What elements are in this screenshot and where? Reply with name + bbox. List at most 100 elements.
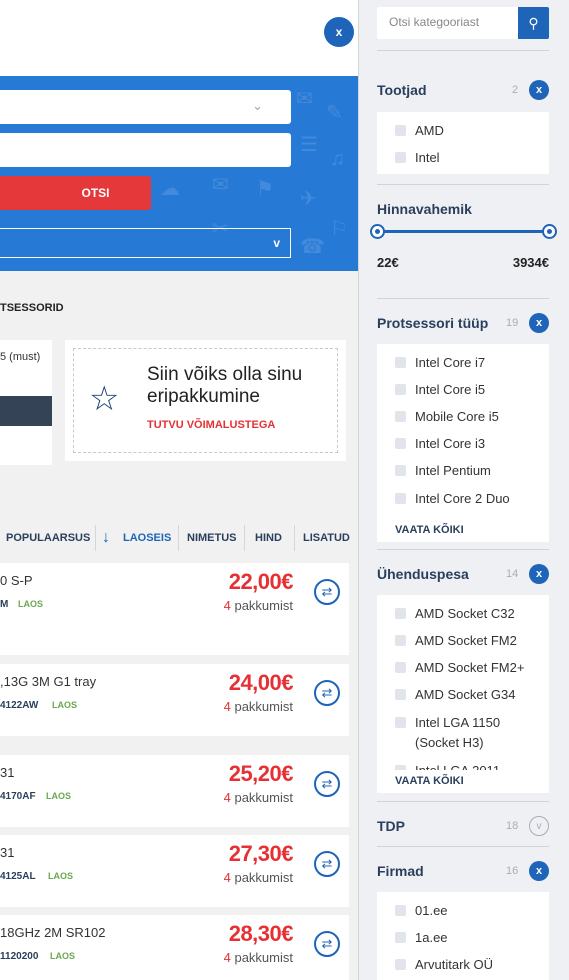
socket-options-scroll[interactable]: AMD Socket C32 AMD Socket FM2 AMD Socket…	[377, 595, 549, 770]
partial-card-button[interactable]	[0, 396, 52, 426]
filter-options-cpu-type: Intel Core i7 Intel Core i5 Mobile Core …	[377, 344, 549, 542]
checkbox[interactable]	[395, 411, 406, 422]
checkbox[interactable]	[395, 717, 406, 728]
checkbox[interactable]	[395, 932, 406, 943]
option-label: AMD Socket FM2+	[415, 660, 525, 675]
sort-popularity[interactable]: POPULAARSUS	[6, 523, 90, 553]
product-row[interactable]: 31 4170AF LAOS 25,20€ 4 pakkumist ⇄	[0, 755, 349, 827]
product-name[interactable]: ,13G 3M G1 tray	[0, 674, 96, 689]
filter-option[interactable]: Arvutitark OÜ	[395, 955, 493, 975]
sort-price[interactable]: HIND	[255, 523, 282, 553]
checkbox[interactable]	[395, 125, 406, 136]
filter-title-companies: Firmad	[377, 863, 424, 879]
checkbox[interactable]	[395, 662, 406, 673]
price-slider-min-handle[interactable]	[370, 224, 385, 239]
option-label: Intel Core i5	[415, 382, 486, 397]
offers-text: pakkumist	[234, 699, 293, 714]
filter-option[interactable]: Intel LGA 2011	[395, 761, 500, 770]
checkbox[interactable]	[395, 438, 406, 449]
filter-option[interactable]: 1a.ee	[395, 928, 448, 948]
filter-title-manufacturers: Tootjad	[377, 82, 427, 98]
compare-icon[interactable]: ⇄	[314, 931, 340, 957]
category-search-input[interactable]: Otsi kategooriast	[377, 7, 518, 39]
price-slider-max-handle[interactable]	[542, 224, 557, 239]
product-name[interactable]: 0 S-P	[0, 573, 33, 588]
filter-option[interactable]: AMD Socket FM2+	[395, 658, 524, 678]
filter-option[interactable]: AMD Socket FM2	[395, 631, 517, 651]
option-label: Intel LGA 2011	[415, 761, 500, 770]
pattern-icon: ☁	[160, 178, 180, 200]
compare-icon[interactable]: ⇄	[314, 771, 340, 797]
sort-name[interactable]: NIMETUS	[187, 523, 237, 553]
product-row[interactable]: ,13G 3M G1 tray 4122AW LAOS 24,00€ 4 pak…	[0, 664, 349, 736]
product-row[interactable]: 0 S-P M LAOS 22,00€ 4 pakkumist ⇄	[0, 563, 349, 655]
option-label: Intel Core i3	[415, 436, 486, 451]
checkbox[interactable]	[395, 357, 406, 368]
divider	[244, 525, 245, 551]
checkbox[interactable]	[395, 689, 406, 700]
text-field[interactable]	[0, 133, 291, 167]
checkbox[interactable]	[395, 465, 406, 476]
filter-option[interactable]: 01.ee	[395, 901, 448, 921]
filter-option[interactable]: Intel Core i7	[395, 353, 485, 373]
filter-option[interactable]: AMD	[395, 121, 444, 141]
expand-filter-icon[interactable]: v	[529, 816, 549, 836]
option-label: Arvutitark OÜ	[415, 957, 494, 972]
top-bar	[0, 0, 358, 76]
search-icon[interactable]: ⚲	[518, 7, 549, 39]
checkbox[interactable]	[395, 608, 406, 619]
filter-option[interactable]: Intel Core i5	[395, 380, 485, 400]
product-price: 24,00€	[228, 670, 294, 695]
checkbox[interactable]	[395, 635, 406, 646]
offers-number: 4	[223, 950, 231, 965]
filter-count: 2	[512, 84, 519, 96]
checkbox[interactable]	[395, 905, 406, 916]
sort-stock[interactable]: LAOSEIS	[123, 523, 171, 553]
offers-count: 4 pakkumist	[224, 790, 293, 805]
show-all-link[interactable]: VAATA KÕIKI	[395, 524, 464, 536]
filter-option[interactable]: Intel LGA 1150 (Socket H3)	[395, 713, 515, 753]
clear-filter-icon[interactable]: x	[529, 861, 549, 881]
filter-option[interactable]: Intel Core 2 Duo	[395, 489, 510, 509]
promo-card: ☆ Siin võiks olla sinu eripakkumine TUTV…	[65, 340, 346, 461]
clear-filter-icon[interactable]: x	[529, 313, 549, 333]
product-name[interactable]: 31	[0, 765, 14, 780]
select-field[interactable]: ⌄	[0, 90, 291, 124]
product-code: 4122AW	[0, 700, 39, 711]
checkbox[interactable]	[395, 765, 406, 770]
clear-filter-icon[interactable]: x	[529, 80, 549, 100]
product-row[interactable]: 31 4125AL LAOS 27,30€ 4 pakkumist ⇄	[0, 835, 349, 907]
offers-count: 4 pakkumist	[224, 699, 293, 714]
compare-icon[interactable]: ⇄	[314, 851, 340, 877]
filter-option[interactable]: Intel Core i3	[395, 434, 485, 454]
close-icon[interactable]: x	[324, 17, 354, 47]
option-label: Mobile Core i5	[415, 409, 499, 424]
product-name[interactable]: 31	[0, 845, 14, 860]
product-code: 1120200	[0, 951, 39, 962]
filter-option[interactable]: Intel	[395, 148, 440, 168]
pattern-icon: ✉	[212, 174, 229, 196]
product-row[interactable]: 18GHz 2M SR102 1120200 LAOS 28,30€ 4 pak…	[0, 915, 349, 980]
clear-filter-icon[interactable]: x	[529, 564, 549, 584]
search-button[interactable]: OTSI	[0, 176, 151, 210]
price-slider-track[interactable]	[377, 230, 549, 233]
filter-option[interactable]: AMD Socket G34	[395, 685, 515, 705]
product-name[interactable]: 18GHz 2M SR102	[0, 925, 106, 940]
sort-added[interactable]: LISATUD	[303, 523, 350, 553]
promo-link[interactable]: TUTVU VÕIMALUSTEGA	[147, 419, 275, 431]
secondary-select[interactable]: v	[0, 228, 291, 258]
checkbox[interactable]	[395, 384, 406, 395]
checkbox[interactable]	[395, 493, 406, 504]
filter-options-manufacturers: AMD Intel	[377, 112, 549, 174]
filter-option[interactable]: Intel Pentium	[395, 461, 491, 481]
checkbox[interactable]	[395, 152, 406, 163]
filter-option[interactable]: Mobile Core i5	[395, 407, 499, 427]
checkbox[interactable]	[395, 959, 406, 970]
pattern-icon: ⚑	[256, 178, 274, 200]
star-icon: ☆	[89, 380, 120, 418]
compare-icon[interactable]: ⇄	[314, 579, 340, 605]
show-all-link[interactable]: VAATA KÕIKI	[395, 775, 464, 787]
compare-icon[interactable]: ⇄	[314, 680, 340, 706]
filter-option[interactable]: AMD Socket C32	[395, 604, 515, 624]
filter-count: 19	[506, 317, 519, 329]
